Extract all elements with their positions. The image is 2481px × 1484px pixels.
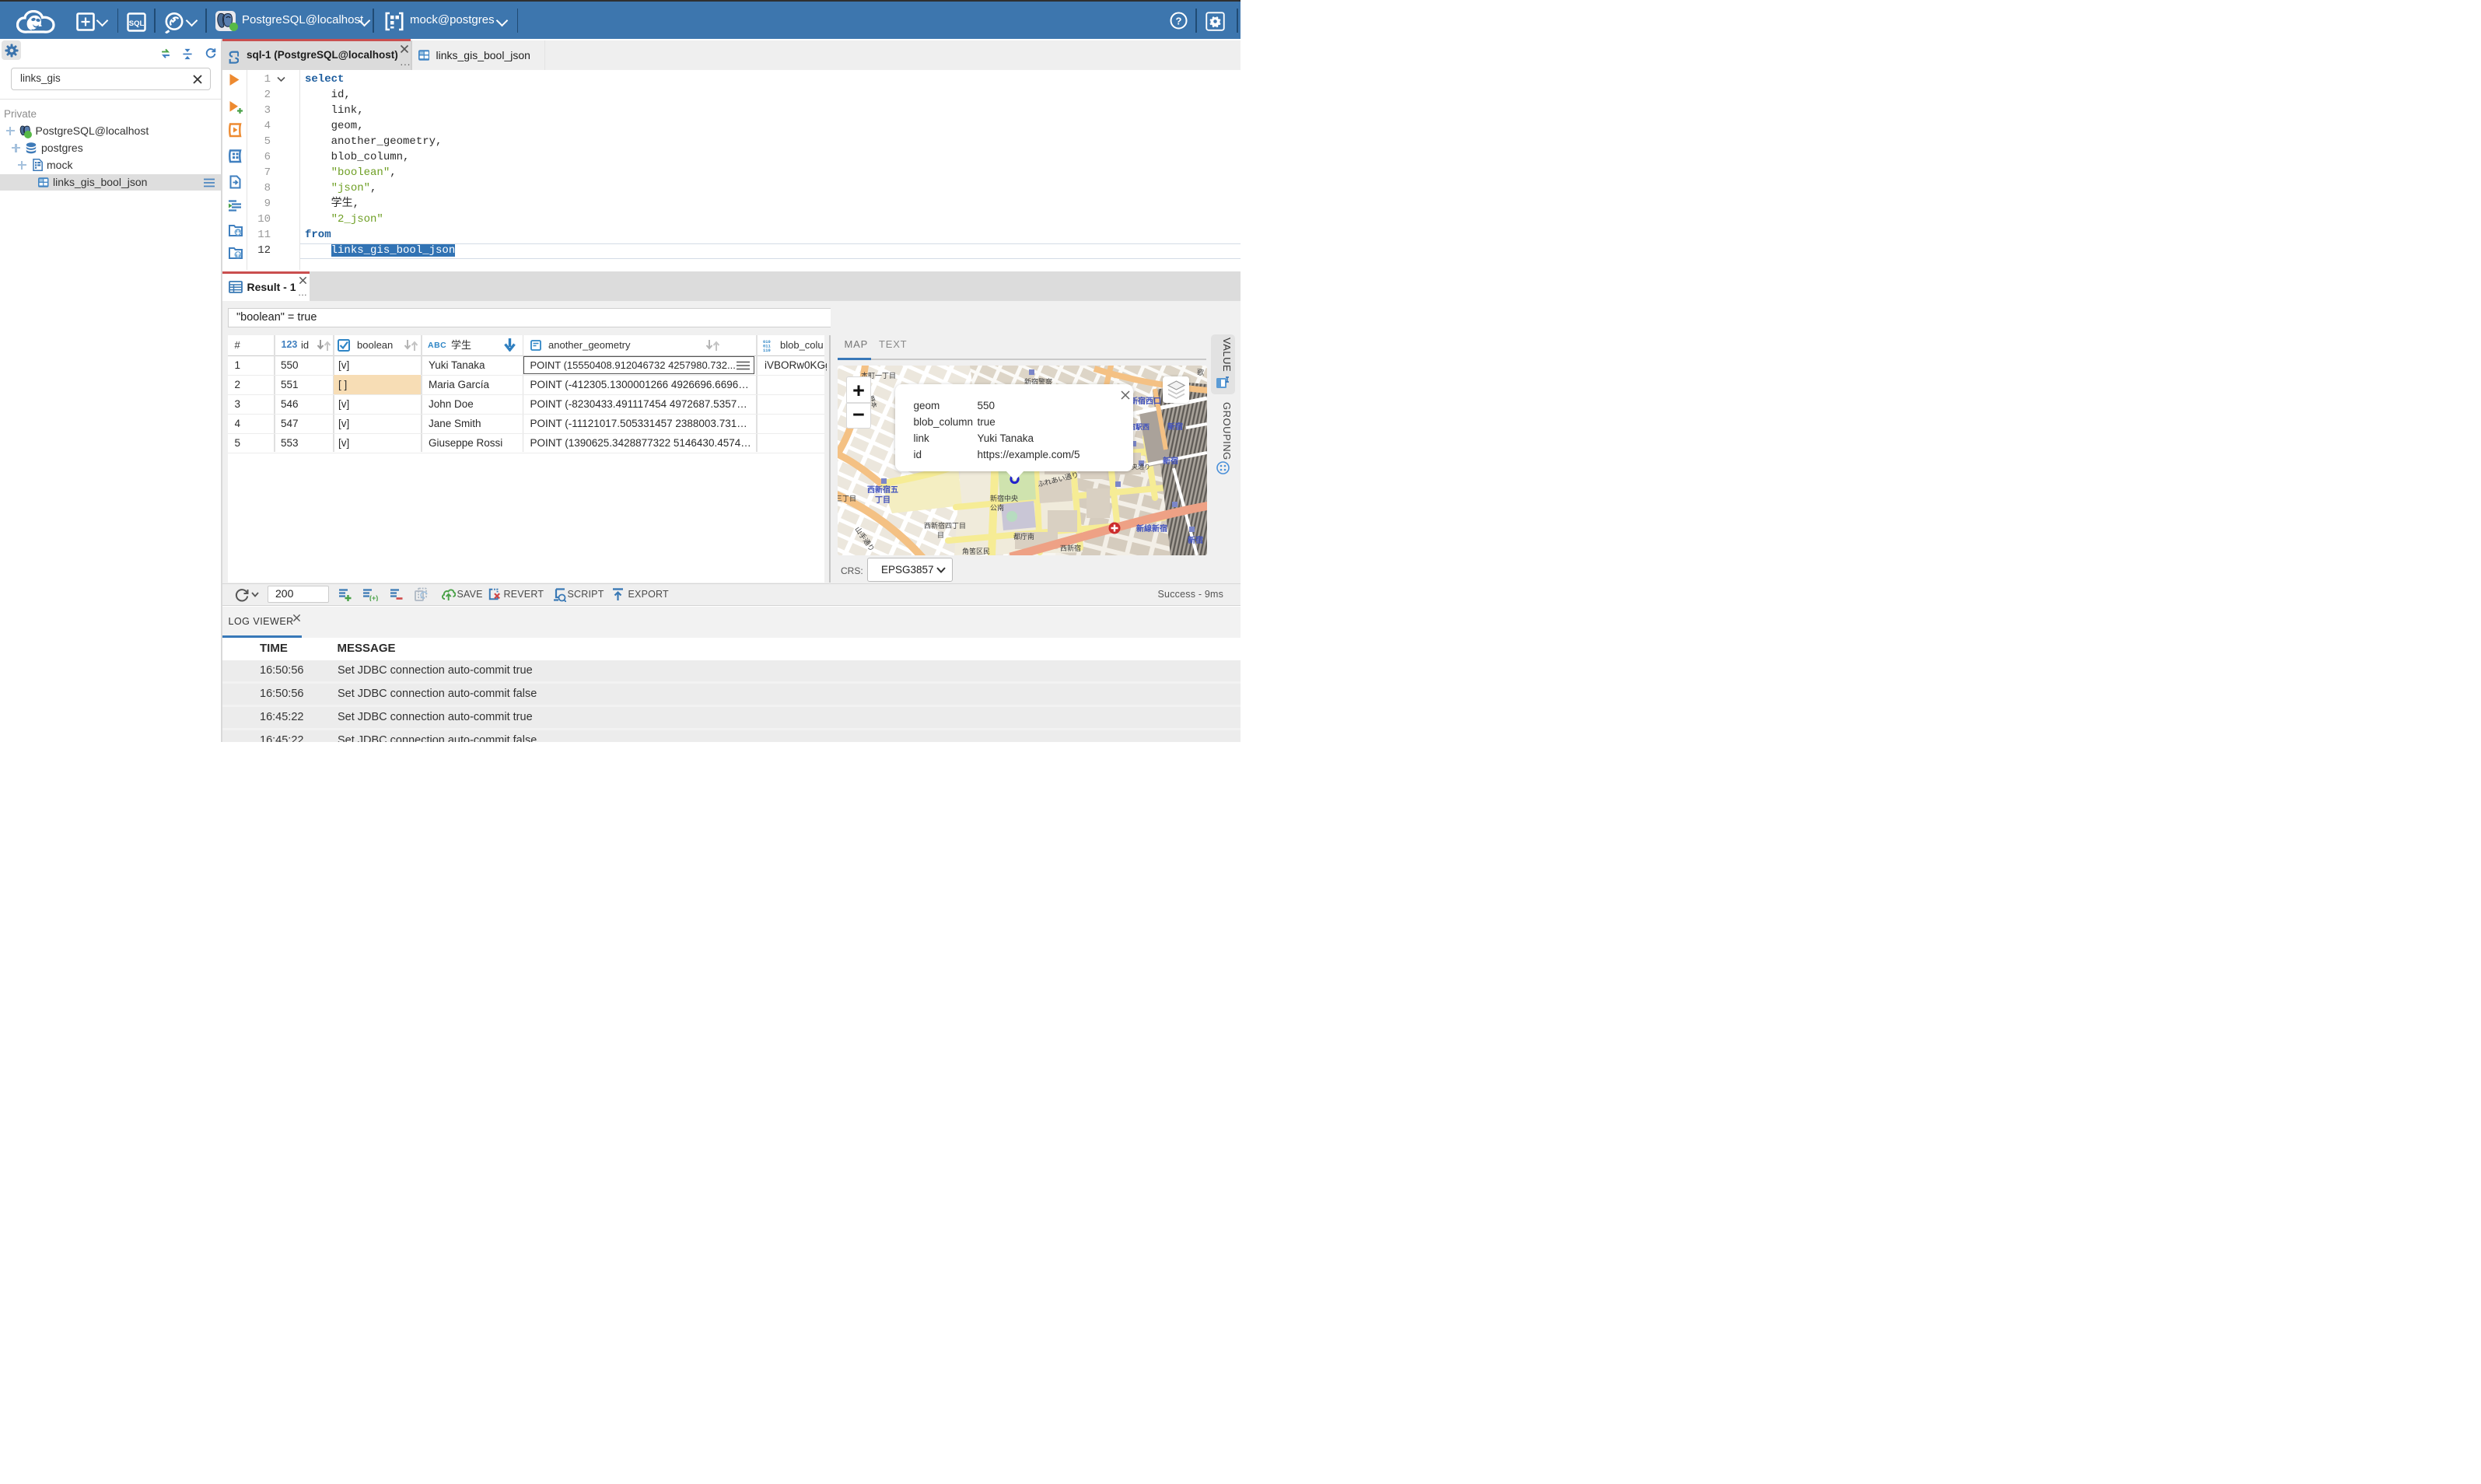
- svg-text:?: ?: [1176, 15, 1182, 26]
- svg-text:角筈区民: 角筈区民: [962, 547, 990, 555]
- svg-text:新宿中央: 新宿中央: [990, 494, 1018, 502]
- svg-text:SQL: SQL: [129, 19, 145, 28]
- svg-text:新宿: 新宿: [1163, 456, 1178, 466]
- svg-text:都庁南: 都庁南: [1013, 532, 1034, 541]
- svg-text:新線新宿: 新線新宿: [1136, 523, 1167, 534]
- svg-text:目: 目: [937, 531, 944, 539]
- svg-text:公南: 公南: [990, 503, 1004, 512]
- svg-text:西新宿四丁目: 西新宿四丁目: [924, 521, 966, 530]
- svg-text:新宿: 新宿: [1188, 535, 1203, 545]
- svg-text:丁目: 丁目: [875, 495, 891, 505]
- svg-text:(+): (+): [369, 594, 378, 601]
- svg-text:新宿西口: 新宿西口: [1130, 396, 1161, 406]
- svg-text:三丁目: 三丁目: [838, 495, 856, 502]
- svg-text:西新宿: 西新宿: [1060, 544, 1081, 552]
- svg-text:110: 110: [763, 348, 771, 352]
- svg-text:西新宿五: 西新宿五: [867, 485, 898, 495]
- svg-text:歌: 歌: [1197, 368, 1204, 376]
- svg-text:新宿: 新宿: [1167, 422, 1183, 432]
